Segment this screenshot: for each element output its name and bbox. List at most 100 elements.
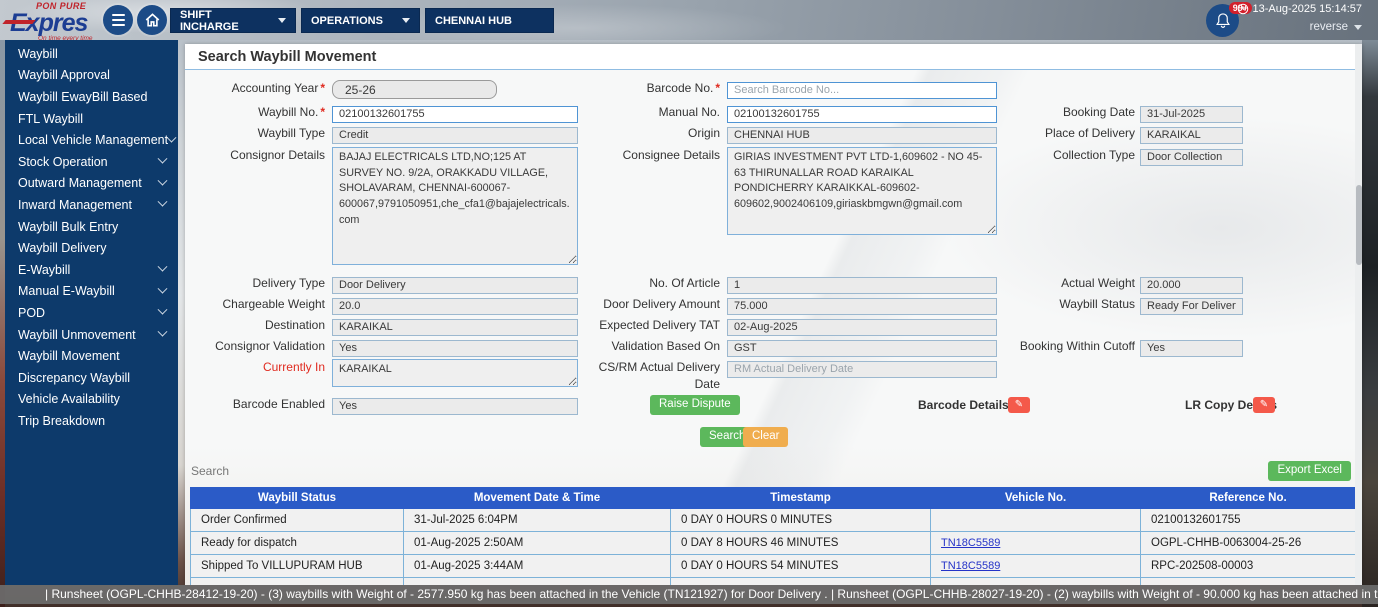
consignee-details-textarea[interactable]: GIRIAS INVESTMENT PVT LTD-1,609602 - NO …: [727, 147, 997, 235]
module-dropdown-value: OPERATIONS: [311, 15, 383, 27]
waybill-type-input: [332, 127, 578, 144]
vertical-scrollbar[interactable]: [1355, 44, 1362, 585]
cell-status: Shipped To VILLUPURAM HUB: [191, 555, 404, 578]
manual-no-input[interactable]: [727, 106, 997, 123]
sidebar-item-stock-operation[interactable]: Stock Operation: [5, 151, 178, 173]
booking-within-cutoff-input: [1140, 340, 1243, 357]
location-value: CHENNAI HUB: [435, 15, 512, 27]
movement-table: Waybill Status Movement Date & Time Time…: [190, 487, 1356, 585]
sidebar-item-waybill-delivery[interactable]: Waybill Delivery: [5, 237, 178, 259]
sidebar-item-e-waybill[interactable]: E-Waybill: [5, 259, 178, 281]
actual-weight-label: Actual Weight: [975, 275, 1135, 292]
barcode-details-edit-button[interactable]: ✎: [1008, 397, 1030, 413]
logo-main-text: Expres: [10, 11, 106, 36]
cell-reference: 02100132601755: [1141, 509, 1356, 532]
booking-date-label: Booking Date: [975, 104, 1135, 121]
sidebar-item-waybill-ewaybill-based[interactable]: Waybill EwayBill Based: [5, 86, 178, 108]
barcode-no-label: Barcode No.*: [580, 80, 720, 97]
barcode-details-label: Barcode Details: [918, 398, 1009, 412]
location-box: CHENNAI HUB: [425, 8, 554, 33]
home-button[interactable]: [137, 5, 167, 35]
table-row: Order Confirmed 31-Jul-2025 6:04PM 0 DAY…: [191, 509, 1356, 532]
role-dropdown[interactable]: SHIFT INCHARGE: [170, 8, 296, 33]
notifications-button[interactable]: 99+: [1206, 4, 1239, 37]
raise-dispute-button[interactable]: Raise Dispute: [650, 395, 740, 415]
sidebar-item-waybill-movement[interactable]: Waybill Movement: [5, 345, 178, 367]
vehicle-link[interactable]: TN18C5589: [941, 560, 1000, 572]
cell-movement: 01-Aug-2025 2:50AM: [404, 532, 671, 555]
export-excel-button[interactable]: Export Excel: [1268, 461, 1351, 481]
waybill-status-input: [1140, 298, 1243, 315]
edit-icon: ✎: [1260, 399, 1268, 410]
cell-movement: 01-Aug-2025 3:44AM: [404, 555, 671, 578]
actual-weight-input: [1140, 277, 1243, 294]
sidebar-item-local-vehicle-management[interactable]: Local Vehicle Management: [5, 129, 178, 151]
sidebar-item-outward-management[interactable]: Outward Management: [5, 173, 178, 195]
barcode-enabled-input: [332, 398, 578, 415]
home-icon: [145, 13, 160, 27]
barcode-no-input[interactable]: [727, 82, 997, 99]
destination-label: Destination: [185, 317, 325, 334]
bell-icon: [1215, 12, 1231, 29]
waybill-no-input[interactable]: [332, 106, 578, 123]
menu-button[interactable]: [103, 5, 133, 35]
waybill-type-label: Waybill Type: [185, 125, 325, 142]
sidebar-item-waybill-bulk-entry[interactable]: Waybill Bulk Entry: [5, 216, 178, 238]
lr-copy-details-edit-button[interactable]: ✎: [1253, 397, 1275, 413]
datetime-text: 13-Aug-2025 15:14:57: [1253, 3, 1362, 15]
place-of-delivery-label: Place of Delivery: [975, 125, 1135, 142]
manual-no-label: Manual No.: [580, 104, 720, 121]
cell-reference: OGPL-CHHB-0063004-25-26: [1141, 532, 1356, 555]
sidebar-item-pod[interactable]: POD: [5, 302, 178, 324]
sidebar-item-waybill-approval[interactable]: Waybill Approval: [5, 65, 178, 87]
col-timestamp: Timestamp: [671, 488, 931, 509]
validation-based-on-input: [727, 340, 997, 357]
clock-icon: [1237, 3, 1249, 15]
sidebar-item-vehicle-availability[interactable]: Vehicle Availability: [5, 389, 178, 411]
results-section-label: Search: [191, 464, 229, 478]
chevron-down-icon: [158, 176, 168, 186]
cell-timestamp: 0 DAY 0 HOURS 0 MINUTES: [671, 509, 931, 532]
place-of-delivery-input: [1140, 127, 1243, 144]
sidebar-item-waybill-unmovement[interactable]: Waybill Unmovement: [5, 324, 178, 346]
sidebar: Waybill Waybill Approval Waybill EwayBil…: [5, 40, 178, 585]
cell-vehicle: [931, 509, 1141, 532]
chevron-down-icon: [158, 154, 168, 164]
cell-timestamp: 0 DAY 0 HOURS 54 MINUTES: [671, 555, 931, 578]
page-title: Search Waybill Movement: [185, 44, 1362, 65]
currently-in-textarea[interactable]: KARAIKAL: [332, 359, 578, 387]
edit-icon: ✎: [1015, 399, 1023, 410]
cell-status: Order Confirmed: [191, 509, 404, 532]
chevron-down-icon: [402, 18, 410, 23]
chevron-down-icon: [1354, 25, 1362, 30]
origin-label: Origin: [580, 125, 720, 142]
table-row: Shipped To VILLUPURAM HUB 01-Aug-2025 3:…: [191, 555, 1356, 578]
barcode-enabled-label: Barcode Enabled: [185, 396, 325, 413]
scrollbar-thumb[interactable]: [1356, 185, 1362, 265]
header-datetime: 13-Aug-2025 15:14:57: [1237, 3, 1362, 15]
user-menu[interactable]: reverse: [1310, 21, 1362, 33]
chargeable-weight-input: [332, 298, 578, 315]
page-title-bar: Search Waybill Movement: [185, 44, 1362, 70]
module-dropdown[interactable]: OPERATIONS: [301, 8, 420, 33]
csrm-actual-delivery-date-label: CS/RM Actual Delivery Date: [580, 359, 720, 393]
booking-date-input: [1140, 106, 1243, 123]
clear-button[interactable]: Clear: [743, 427, 788, 447]
waybill-status-label: Waybill Status: [975, 296, 1135, 313]
sidebar-item-discrepancy-waybill[interactable]: Discrepancy Waybill: [5, 367, 178, 389]
role-dropdown-value: SHIFT INCHARGE: [180, 9, 270, 33]
consignor-validation-label: Consignor Validation: [185, 338, 325, 355]
sidebar-item-trip-breakdown[interactable]: Trip Breakdown: [5, 410, 178, 432]
col-waybill-status: Waybill Status: [191, 488, 404, 509]
chevron-down-icon: [158, 197, 168, 207]
sidebar-item-inward-management[interactable]: Inward Management: [5, 194, 178, 216]
top-header: PON PURE Expres On time every time SHIFT…: [0, 0, 1378, 40]
main-panel: Search Waybill Movement Accounting Year*…: [185, 44, 1362, 585]
sidebar-item-manual-e-waybill[interactable]: Manual E-Waybill: [5, 281, 178, 303]
sidebar-item-ftl-waybill[interactable]: FTL Waybill: [5, 108, 178, 130]
consignor-details-textarea[interactable]: BAJAJ ELECTRICALS LTD,NO;125 AT SURVEY N…: [332, 147, 578, 265]
accounting-year-select[interactable]: 25-26: [332, 80, 497, 99]
vehicle-link[interactable]: TN18C5589: [941, 537, 1000, 549]
sidebar-item-waybill[interactable]: Waybill: [5, 43, 178, 65]
consignor-validation-input: [332, 340, 578, 357]
